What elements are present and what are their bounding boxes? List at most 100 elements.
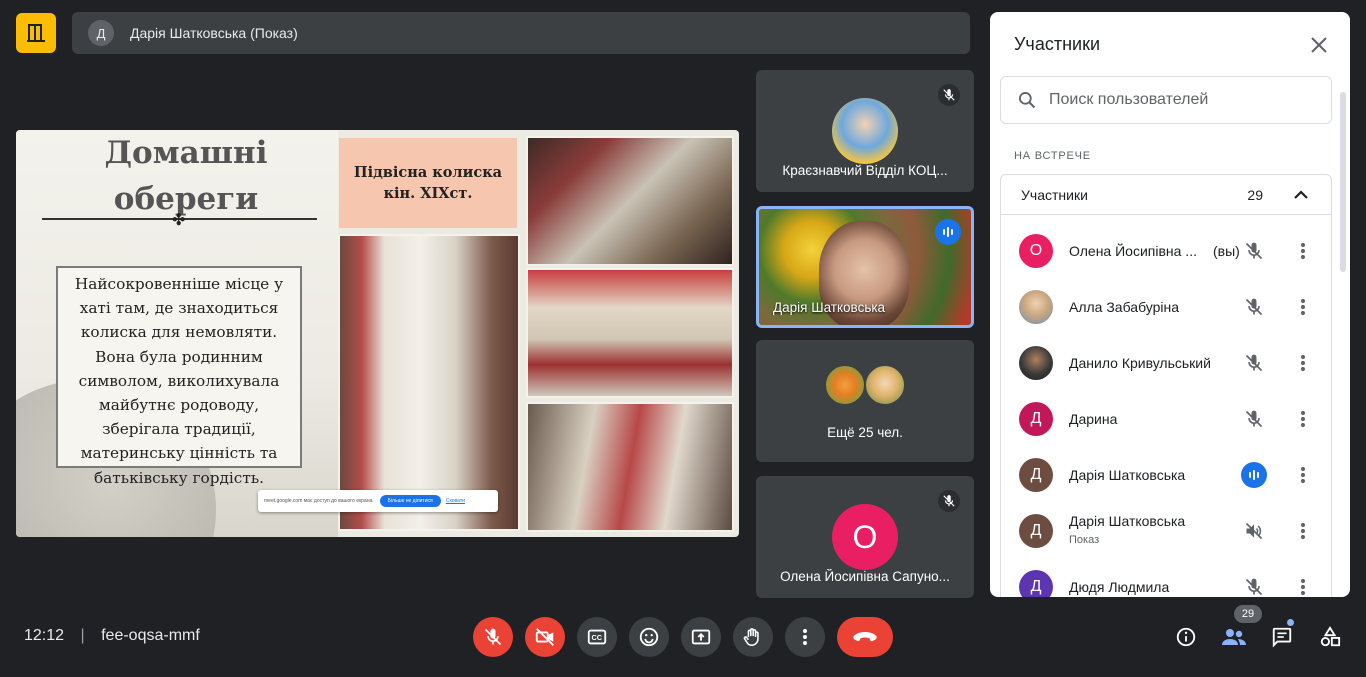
speaking-indicator-icon	[935, 219, 961, 245]
share-popup-text: meet.google.com має доступ до вашого екр…	[264, 498, 374, 504]
reactions-button[interactable]	[629, 617, 669, 657]
participant-tile-kraieznavchyi[interactable]: Краєзнавчий Відділ КОЦ...	[756, 70, 974, 192]
participant-name: Алла Забабуріна	[1069, 299, 1180, 315]
more-options-icon[interactable]	[1291, 519, 1315, 543]
section-label: НА ВСТРЕЧЕ	[1014, 150, 1091, 162]
mic-off-icon[interactable]	[1241, 294, 1267, 320]
presenter-bar: Д Дарія Шатковська (Показ)	[72, 12, 970, 54]
info-separator: |	[80, 627, 85, 644]
more-participants-tile[interactable]: Ещё 25 чел.	[756, 340, 974, 462]
avatar	[824, 364, 866, 406]
participant-row: О Олена Йосипівна ... (вы)	[1001, 223, 1331, 279]
activities-button[interactable]	[1315, 622, 1345, 652]
avatar: Д	[1019, 458, 1053, 492]
participant-row: Д Дарина	[1001, 391, 1331, 447]
panel-scrollbar[interactable]	[1340, 92, 1346, 272]
search-icon	[1018, 92, 1036, 109]
stop-sharing-button[interactable]: Більше не ділитися	[379, 495, 441, 507]
leave-call-button[interactable]	[837, 617, 893, 657]
hand-icon	[743, 628, 759, 647]
participant-name: Дарія Шатковська	[1069, 513, 1186, 529]
present-screen-button[interactable]	[681, 617, 721, 657]
mic-off-icon	[938, 84, 960, 106]
more-options-icon[interactable]	[1291, 295, 1315, 319]
meeting-info: 12:12 | fee-oqsa-mmf	[24, 627, 200, 645]
more-options-icon[interactable]	[1291, 575, 1315, 597]
closed-captions-icon: CC	[587, 629, 607, 645]
participant-row: Д Дарія Шатковська Показ	[1001, 503, 1331, 559]
chat-button[interactable]	[1267, 622, 1297, 652]
presenter-name: Дарія Шатковська (Показ)	[130, 25, 298, 41]
avatar: Д	[1019, 402, 1053, 436]
avatar	[1019, 346, 1053, 380]
door-exit-button[interactable]	[16, 13, 56, 53]
chat-notification-dot	[1287, 619, 1294, 626]
presenter-avatar: Д	[88, 20, 114, 46]
participant-name: Дарина	[1069, 411, 1118, 427]
group-label: Участники	[1021, 186, 1088, 203]
emoji-icon	[639, 627, 659, 647]
people-button[interactable]	[1219, 622, 1249, 652]
phone-hangup-icon	[853, 632, 877, 642]
participant-name: Дюдя Людмила	[1069, 579, 1170, 595]
people-count-badge: 29	[1234, 605, 1262, 623]
slide-title-line1: Домашні	[104, 135, 268, 171]
participant-tile-daria[interactable]: Дарія Шатковська	[756, 206, 974, 328]
you-label: (вы)	[1213, 243, 1240, 259]
chevron-up-icon	[1294, 190, 1308, 199]
participant-row: Д Дюдя Людмила	[1001, 559, 1331, 597]
participant-search[interactable]	[1000, 76, 1332, 124]
more-options-icon[interactable]	[1291, 239, 1315, 263]
tile-name: Дарія Шатковська	[773, 300, 886, 315]
participants-panel: Участники НА ВСТРЕЧЕ Участники 29 О Олен…	[990, 12, 1350, 597]
mic-off-icon[interactable]	[1241, 406, 1267, 432]
avatar: Д	[1019, 514, 1053, 548]
slide-photo-cradle	[338, 234, 520, 531]
people-icon	[1222, 629, 1246, 645]
slide-caption: Підвісна колиска кін. XIXст.	[339, 138, 517, 228]
camera-toggle-button[interactable]	[525, 617, 565, 657]
shared-screen: Домашні обереги ✤ Найсокровенніше місце …	[16, 130, 739, 537]
microphone-toggle-button[interactable]	[473, 617, 513, 657]
participant-tile-olena[interactable]: О Олена Йосипівна Сапуно...	[756, 476, 974, 598]
slide-title: Домашні обереги	[76, 130, 296, 222]
door-icon	[27, 24, 45, 42]
clock-time: 12:12	[24, 627, 65, 644]
search-input[interactable]	[1049, 91, 1309, 109]
participants-group-header[interactable]: Участники 29	[1001, 175, 1331, 215]
mic-off-icon[interactable]	[1241, 238, 1267, 264]
more-options-icon[interactable]	[1291, 351, 1315, 375]
mic-off-icon[interactable]	[1241, 350, 1267, 376]
info-icon	[1176, 627, 1196, 647]
more-participants-label: Ещё 25 чел.	[827, 425, 903, 440]
participant-row: Алла Забабуріна	[1001, 279, 1331, 335]
meeting-details-button[interactable]	[1171, 622, 1201, 652]
avatar	[832, 98, 898, 164]
mic-off-icon	[938, 490, 960, 512]
present-screen-icon	[691, 629, 711, 645]
chat-icon	[1272, 627, 1292, 648]
participants-group: Участники 29 О Олена Йосипівна ... (вы) …	[1000, 174, 1332, 597]
more-options-icon[interactable]	[1291, 463, 1315, 487]
participant-name: Дарія Шатковська	[1069, 467, 1186, 483]
more-options-icon[interactable]	[1291, 407, 1315, 431]
tile-name: Олена Йосипівна Сапуно...	[780, 569, 950, 584]
audio-off-icon[interactable]	[1241, 518, 1267, 544]
meeting-code: fee-oqsa-mmf	[101, 627, 200, 644]
hide-popup-link[interactable]: Сховати	[446, 498, 465, 504]
group-count: 29	[1247, 186, 1263, 203]
mic-off-icon	[484, 628, 502, 646]
avatar: О	[1019, 234, 1053, 268]
slide-photo-1	[526, 136, 734, 266]
raise-hand-button[interactable]	[733, 617, 773, 657]
participant-row: Д Дарія Шатковська	[1001, 447, 1331, 503]
captions-button[interactable]: CC	[577, 617, 617, 657]
avatar	[1019, 290, 1053, 324]
close-icon	[1311, 37, 1327, 53]
tile-name: Краєзнавчий Відділ КОЦ...	[782, 163, 948, 178]
close-panel-button[interactable]	[1306, 32, 1332, 58]
panel-title: Участники	[1014, 34, 1100, 54]
screen-share-popup: meet.google.com має доступ до вашого екр…	[258, 490, 498, 512]
more-options-button[interactable]	[785, 617, 825, 657]
mic-off-icon[interactable]	[1241, 574, 1267, 597]
